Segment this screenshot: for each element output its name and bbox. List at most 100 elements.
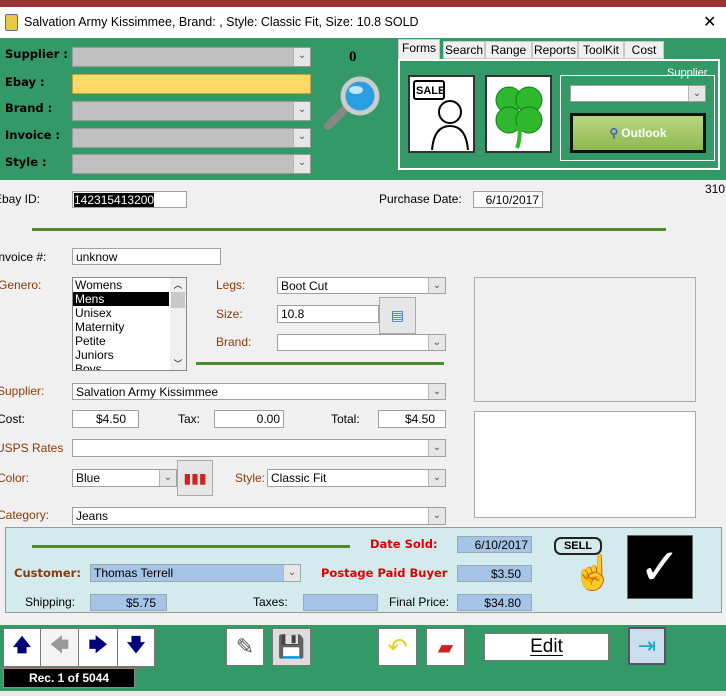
- delete-button[interactable]: ▰: [426, 628, 465, 666]
- genero-option[interactable]: Mens: [73, 292, 169, 306]
- tab-forms[interactable]: Forms: [398, 39, 440, 59]
- size-chart-button[interactable]: ▤: [379, 297, 416, 334]
- chevron-down-icon: ⌄: [428, 508, 445, 524]
- first-record-button[interactable]: 🡅: [3, 628, 41, 667]
- hand-pointer-icon: ☝: [572, 554, 615, 592]
- supplier-value: Salvation Army Kissimmee: [76, 385, 219, 399]
- scroll-thumb[interactable]: [171, 292, 185, 308]
- arrow-down-icon: 🡇: [126, 634, 146, 655]
- ebay-id-input[interactable]: 142315413200: [72, 191, 187, 208]
- style-combo[interactable]: Classic Fit ⌄: [267, 469, 446, 487]
- date-sold-label: Date Sold:: [370, 537, 438, 551]
- tab-search[interactable]: Search: [443, 41, 485, 59]
- previous-record-button[interactable]: 🡄: [40, 628, 79, 667]
- magnifier-search-icon[interactable]: [320, 74, 384, 134]
- customer-label: Customer:: [14, 566, 81, 580]
- title-bar: Salvation Army Kissimmee, Brand: , Style…: [0, 7, 726, 38]
- supplier-search-combo[interactable]: ⌄: [72, 47, 311, 67]
- total-input[interactable]: $4.50: [378, 410, 446, 428]
- invoice-label: Invoice #:: [0, 250, 47, 264]
- brand-combo[interactable]: ⌄: [277, 334, 446, 351]
- category-label: Category:: [0, 508, 50, 522]
- genero-option[interactable]: Petite: [73, 334, 169, 348]
- customer-combo[interactable]: Thomas Terrell ⌄: [90, 564, 301, 582]
- genero-option[interactable]: Boys: [73, 362, 169, 370]
- scroll-down-icon[interactable]: ﹀: [170, 357, 186, 370]
- close-button[interactable]: ✕: [703, 12, 716, 32]
- edit-button[interactable]: Edit: [484, 633, 609, 661]
- people-color-icon: ▮▮▮: [183, 469, 207, 486]
- taxes-input[interactable]: [303, 594, 378, 611]
- cost-label: Cost:: [0, 412, 26, 426]
- ebay-search-input[interactable]: [72, 74, 311, 94]
- purchase-date-label: Purchase Date:: [379, 192, 462, 206]
- outlook-supplier-combo[interactable]: ⌄: [570, 85, 706, 102]
- scroll-up-icon[interactable]: ︿: [170, 278, 186, 292]
- chevron-down-icon: ⌄: [428, 384, 445, 399]
- color-picker-button[interactable]: ▮▮▮: [177, 460, 213, 496]
- final-price-label: Final Price:: [389, 595, 450, 609]
- tax-input[interactable]: 0.00: [214, 410, 284, 428]
- cost-input[interactable]: $4.50: [72, 410, 139, 428]
- taxes-label: Taxes:: [253, 595, 288, 609]
- outlook-button[interactable]: ⚲ Outlook: [570, 113, 706, 153]
- genero-option[interactable]: Maternity: [73, 320, 169, 334]
- genero-listbox[interactable]: Womens Mens Unisex Maternity Petite Juniors Bo…: [72, 277, 187, 371]
- chevron-down-icon: ⌄: [428, 335, 445, 350]
- tab-toolkit[interactable]: ToolKit: [578, 41, 624, 59]
- date-sold-input[interactable]: 6/10/2017: [457, 536, 532, 553]
- exit-door-icon: ⇥: [637, 633, 657, 658]
- sale-person-icon[interactable]: SALE: [408, 75, 475, 153]
- outlook-button-label: Outlook: [621, 126, 667, 140]
- brand-search-combo[interactable]: ⌄: [72, 101, 311, 121]
- total-label: Total:: [331, 412, 360, 426]
- scrollbar[interactable]: ︿ ﹀: [170, 278, 186, 370]
- shipping-label: Shipping:: [25, 595, 76, 609]
- sold-checkmark-icon[interactable]: ✓: [627, 535, 693, 599]
- usps-rates-combo[interactable]: ⌄: [72, 439, 446, 457]
- genero-option[interactable]: Womens: [73, 278, 169, 292]
- supplier-combo[interactable]: Salvation Army Kissimmee ⌄: [72, 383, 446, 400]
- tax-label: Tax:: [178, 412, 201, 426]
- final-price-input[interactable]: $34.80: [457, 594, 532, 611]
- genero-option[interactable]: Juniors: [73, 348, 169, 362]
- arrow-up-icon: 🡅: [12, 634, 32, 655]
- clover-icon[interactable]: [485, 75, 552, 153]
- divider: [32, 228, 666, 231]
- purchase-date-input[interactable]: 6/10/2017: [473, 191, 543, 208]
- app-icon: [5, 14, 18, 31]
- tab-cost[interactable]: Cost: [624, 41, 664, 59]
- tab-label: ToolKit: [582, 43, 620, 57]
- legs-combo[interactable]: Boot Cut ⌄: [277, 277, 446, 294]
- size-input[interactable]: 10.8: [277, 305, 379, 323]
- sell-hand-icon[interactable]: SELL ☝: [552, 535, 620, 599]
- chevron-down-icon: ⌄: [293, 102, 310, 120]
- corner-number: 310: [705, 182, 726, 196]
- search-result-count: 0: [349, 49, 357, 65]
- invoice-search-combo[interactable]: ⌄: [72, 128, 311, 148]
- tab-range[interactable]: Range: [485, 41, 532, 59]
- exit-button[interactable]: ⇥: [628, 627, 666, 665]
- save-button[interactable]: 💾: [272, 628, 311, 666]
- undo-arrow-icon: ↶: [387, 633, 408, 661]
- invoice-search-label: Invoice :: [5, 128, 61, 142]
- postage-input[interactable]: $3.50: [457, 565, 532, 582]
- category-combo[interactable]: Jeans ⌄: [72, 507, 446, 525]
- color-combo[interactable]: Blue ⌄: [72, 469, 177, 487]
- table-icon: ▤: [390, 307, 405, 323]
- undo-button[interactable]: ↶: [378, 628, 417, 666]
- bottom-edge: [0, 691, 726, 696]
- tab-label: Search: [444, 43, 484, 57]
- postage-paid-label: Postage Paid Buyer: [321, 566, 448, 580]
- genero-option[interactable]: Unisex: [73, 306, 169, 320]
- chevron-down-icon: ⌄: [293, 129, 310, 147]
- invoice-input[interactable]: unknow: [72, 248, 221, 265]
- style-label: Style:: [235, 471, 266, 485]
- style-search-combo[interactable]: ⌄: [72, 154, 311, 174]
- next-record-button[interactable]: 🡆: [78, 628, 118, 667]
- last-record-button[interactable]: 🡇: [117, 628, 155, 667]
- shipping-input[interactable]: $5.75: [90, 594, 167, 611]
- new-record-button[interactable]: ✎: [226, 628, 264, 666]
- window-title: Salvation Army Kissimmee, Brand: , Style…: [24, 15, 419, 29]
- tab-reports[interactable]: Reports: [532, 41, 578, 59]
